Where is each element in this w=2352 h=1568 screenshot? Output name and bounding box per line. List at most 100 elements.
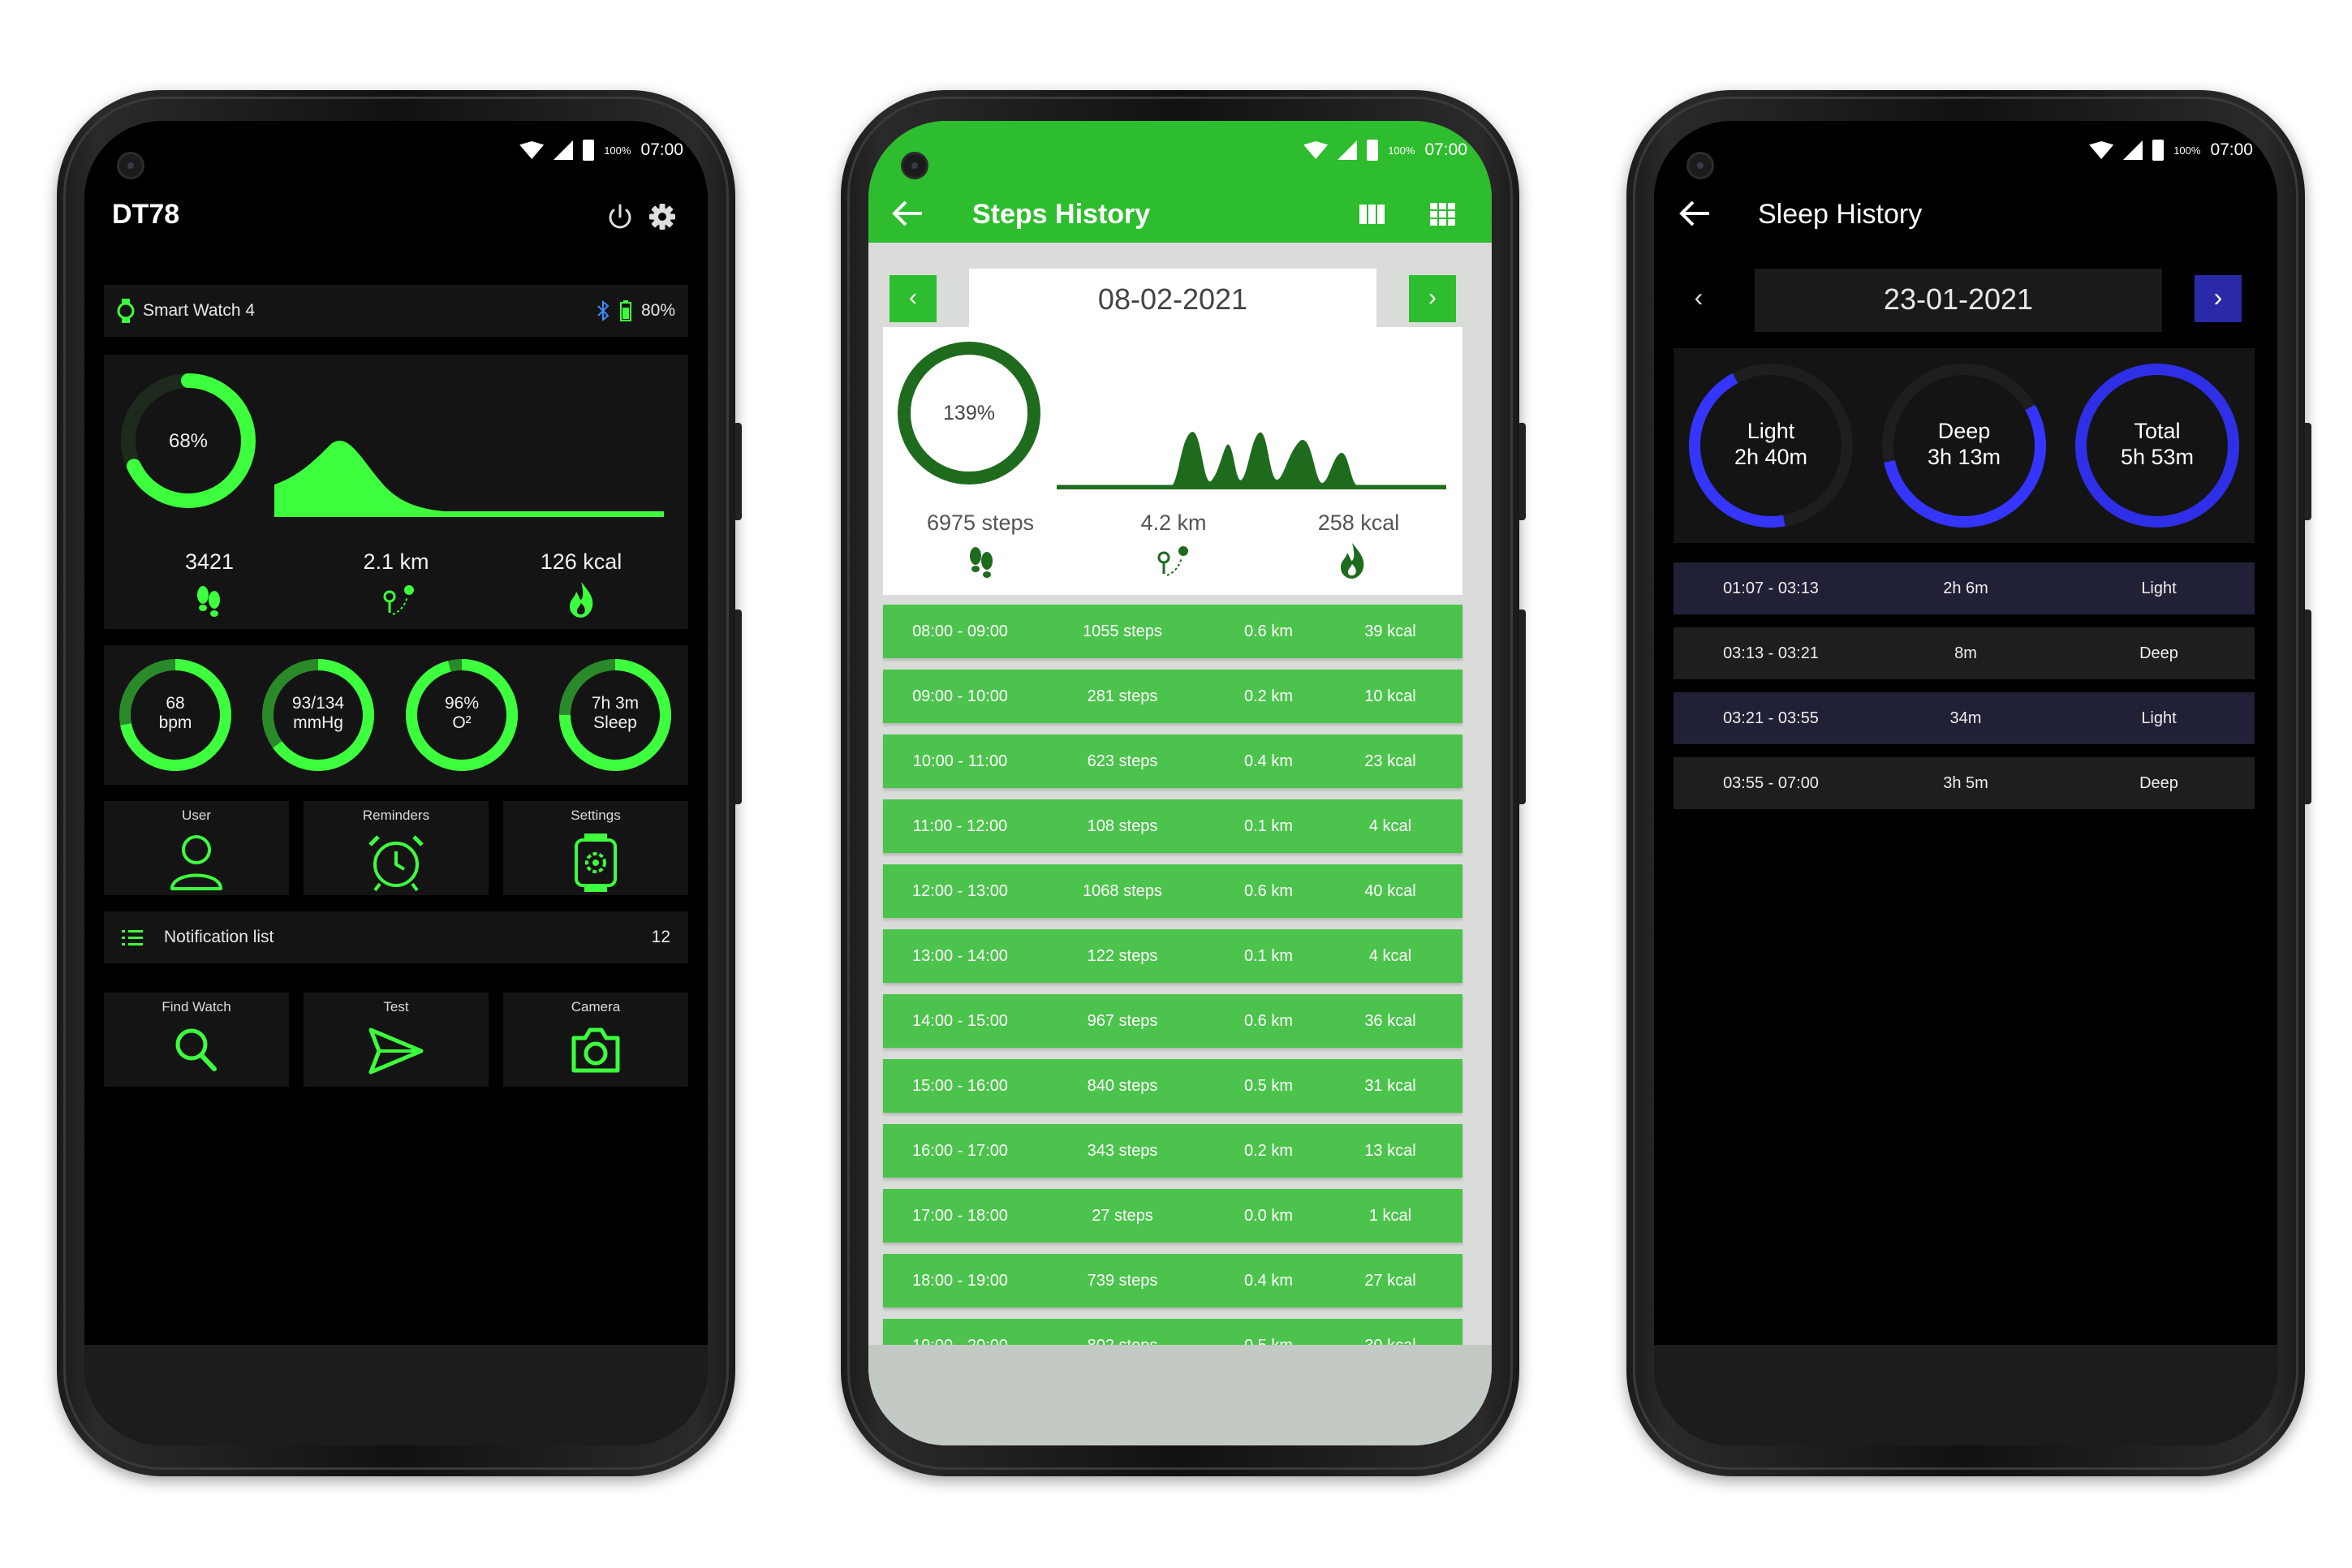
camera-icon xyxy=(571,1027,620,1073)
notification-list-label: Notification list xyxy=(164,928,274,946)
hour-steps: 739 steps xyxy=(1087,1271,1158,1290)
front-camera xyxy=(117,152,144,179)
phone-steps-history: 100% 07:00 Steps History ‹ 08-02-2021 › … xyxy=(841,90,1526,1476)
selected-date[interactable]: 08-02-2021 xyxy=(969,269,1376,332)
deep-sleep-ring[interactable]: Deep 3h 13m xyxy=(1880,361,2048,530)
hour-row[interactable]: 14:00 - 15:00 967 steps 0.6 km 36 kcal xyxy=(883,994,1462,1048)
hour-steps: 281 steps xyxy=(1087,687,1158,705)
battery-percent: 100% xyxy=(1388,144,1415,157)
sleep-period-row[interactable]: 01:07 - 03:13 2h 6m Light xyxy=(1674,562,2255,614)
daily-calories: 258 kcal xyxy=(1317,510,1400,535)
hour-row[interactable]: 11:00 - 12:00 108 steps 0.1 km 4 kcal xyxy=(883,799,1462,853)
user-tile-label: User xyxy=(182,808,211,823)
sleep-duration: 34m xyxy=(1949,709,1982,727)
camera-tile[interactable]: Camera xyxy=(503,993,688,1087)
route-pin-icon xyxy=(1157,546,1188,576)
hour-row[interactable]: 16:00 - 17:00 343 steps 0.2 km 13 kcal xyxy=(883,1124,1462,1178)
front-camera xyxy=(1686,152,1714,179)
hour-row[interactable]: 12:00 - 13:00 1068 steps 0.6 km 40 kcal xyxy=(883,864,1462,918)
notification-list-row[interactable]: Notification list 12 xyxy=(104,911,688,963)
steps-history-title: Steps History xyxy=(972,199,1151,230)
system-nav-bar xyxy=(868,1345,1492,1445)
hour-calories: 27 kcal xyxy=(1364,1271,1416,1290)
route-pin-icon xyxy=(383,585,414,615)
grid-view-icon[interactable] xyxy=(1430,202,1456,226)
sleep-period-row[interactable]: 03:55 - 07:00 3h 5m Deep xyxy=(1674,757,2255,809)
oxygen-ring[interactable]: 96% O² xyxy=(402,655,522,775)
hour-row[interactable]: 15:00 - 16:00 840 steps 0.5 km 31 kcal xyxy=(883,1059,1462,1113)
hour-calories: 10 kcal xyxy=(1364,687,1416,705)
sleep-duration: 8m xyxy=(1954,644,1977,662)
hour-steps: 967 steps xyxy=(1087,1011,1158,1030)
blood-pressure-ring[interactable]: 93/134 mmHg xyxy=(258,655,378,775)
next-day-button[interactable]: › xyxy=(1409,275,1456,322)
clock: 07:00 xyxy=(1424,140,1467,159)
hour-distance: 0.0 km xyxy=(1243,1206,1294,1225)
total-sleep-ring[interactable]: Total 5h 53m xyxy=(2073,361,2242,530)
watch-name: Smart Watch 4 xyxy=(143,301,256,320)
vitals-card[interactable]: 68 bpm 93/134 mmHg 96% O² 7h 3m Sleep xyxy=(104,645,688,785)
steps-hourly-curve xyxy=(1057,432,1446,489)
hour-distance: 0.6 km xyxy=(1243,881,1294,900)
hour-row[interactable]: 10:00 - 11:00 623 steps 0.4 km 23 kcal xyxy=(883,734,1462,788)
heart-rate-ring-label: 68 bpm xyxy=(158,694,192,732)
back-arrow-icon[interactable] xyxy=(891,199,925,228)
sleep-time-range: 03:13 - 03:21 xyxy=(1723,644,1819,662)
settings-tile[interactable]: Settings xyxy=(503,801,688,895)
sleep-period-row[interactable]: 03:21 - 03:55 34m Light xyxy=(1674,692,2255,744)
previous-day-button[interactable]: ‹ xyxy=(890,275,937,322)
activity-card[interactable]: 68% 3421 2.1 km 126 kcal xyxy=(104,355,688,629)
hour-range: 16:00 - 17:00 xyxy=(912,1141,1008,1160)
user-tile[interactable]: User xyxy=(104,801,289,895)
reminders-tile[interactable]: Reminders xyxy=(304,801,489,895)
steps-progress-text: 139% xyxy=(943,402,995,424)
sleep-period-row[interactable]: 03:13 - 03:21 8m Deep xyxy=(1674,627,2255,679)
back-arrow-icon[interactable] xyxy=(1678,199,1712,228)
sleep-type: Deep xyxy=(2139,773,2178,792)
sleep-history-screen: 100% 07:00 Sleep History ‹ 23-01-2021 › … xyxy=(1654,121,2277,1445)
hour-row[interactable]: 09:00 - 10:00 281 steps 0.2 km 10 kcal xyxy=(883,670,1462,723)
light-sleep-ring[interactable]: Light 2h 40m xyxy=(1686,361,1855,530)
hour-row[interactable]: 18:00 - 19:00 739 steps 0.4 km 27 kcal xyxy=(883,1254,1462,1307)
next-day-button[interactable]: › xyxy=(2195,275,2242,322)
heart-rate-ring[interactable]: 68 bpm xyxy=(115,655,235,775)
hour-range: 14:00 - 15:00 xyxy=(912,1011,1008,1030)
column-view-icon[interactable] xyxy=(1359,202,1386,226)
sleep-ring[interactable]: 7h 3m Sleep xyxy=(555,655,675,775)
hour-calories: 13 kcal xyxy=(1364,1141,1416,1160)
settings-gear-icon[interactable] xyxy=(646,200,678,233)
sleep-ring-label: 7h 3m Sleep xyxy=(591,694,640,732)
light-sleep-ring-label: Light 2h 40m xyxy=(1734,419,1808,469)
power-icon[interactable] xyxy=(604,200,636,233)
hour-row[interactable]: 13:00 - 14:00 122 steps 0.1 km 4 kcal xyxy=(883,929,1462,983)
settings-tile-label: Settings xyxy=(571,808,621,823)
hour-distance: 0.4 km xyxy=(1243,1271,1294,1290)
test-tile[interactable]: Test xyxy=(304,993,489,1087)
phone-dashboard: 100% 07:00 DT78 Smart Watch 4 80% 68% 34… xyxy=(57,90,742,1476)
hour-range: 18:00 - 19:00 xyxy=(912,1271,1008,1290)
battery-icon xyxy=(2152,140,2165,161)
hour-steps: 122 steps xyxy=(1087,946,1158,965)
sleep-time-range: 03:21 - 03:55 xyxy=(1723,709,1819,727)
sleep-duration: 2h 6m xyxy=(1943,579,1988,597)
find-watch-label: Find Watch xyxy=(162,999,231,1014)
watch-status-bar[interactable]: Smart Watch 4 80% xyxy=(104,285,688,337)
hour-row[interactable]: 08:00 - 09:00 1055 steps 0.6 km 39 kcal xyxy=(883,605,1462,658)
hour-row[interactable]: 17:00 - 18:00 27 steps 0.0 km 1 kcal xyxy=(883,1189,1462,1243)
distance-value: 2.1 km xyxy=(363,549,429,574)
hour-distance: 0.2 km xyxy=(1243,1141,1294,1160)
steps-value: 3421 xyxy=(184,549,235,574)
previous-day-button[interactable]: ‹ xyxy=(1675,275,1722,322)
flame-icon xyxy=(1341,543,1364,579)
daily-distance: 4.2 km xyxy=(1140,510,1207,535)
selected-date[interactable]: 23-01-2021 xyxy=(1755,269,2162,332)
reminders-tile-label: Reminders xyxy=(362,808,430,823)
notification-count: 12 xyxy=(651,928,670,946)
send-icon xyxy=(368,1027,424,1075)
activity-progress-text: 68% xyxy=(169,430,208,452)
alarm-clock-icon xyxy=(368,835,424,892)
hour-calories: 23 kcal xyxy=(1364,752,1416,770)
footprints-icon xyxy=(197,586,220,617)
oxygen-ring-label: 96% O² xyxy=(444,694,480,732)
find-watch-tile[interactable]: Find Watch xyxy=(104,993,289,1087)
